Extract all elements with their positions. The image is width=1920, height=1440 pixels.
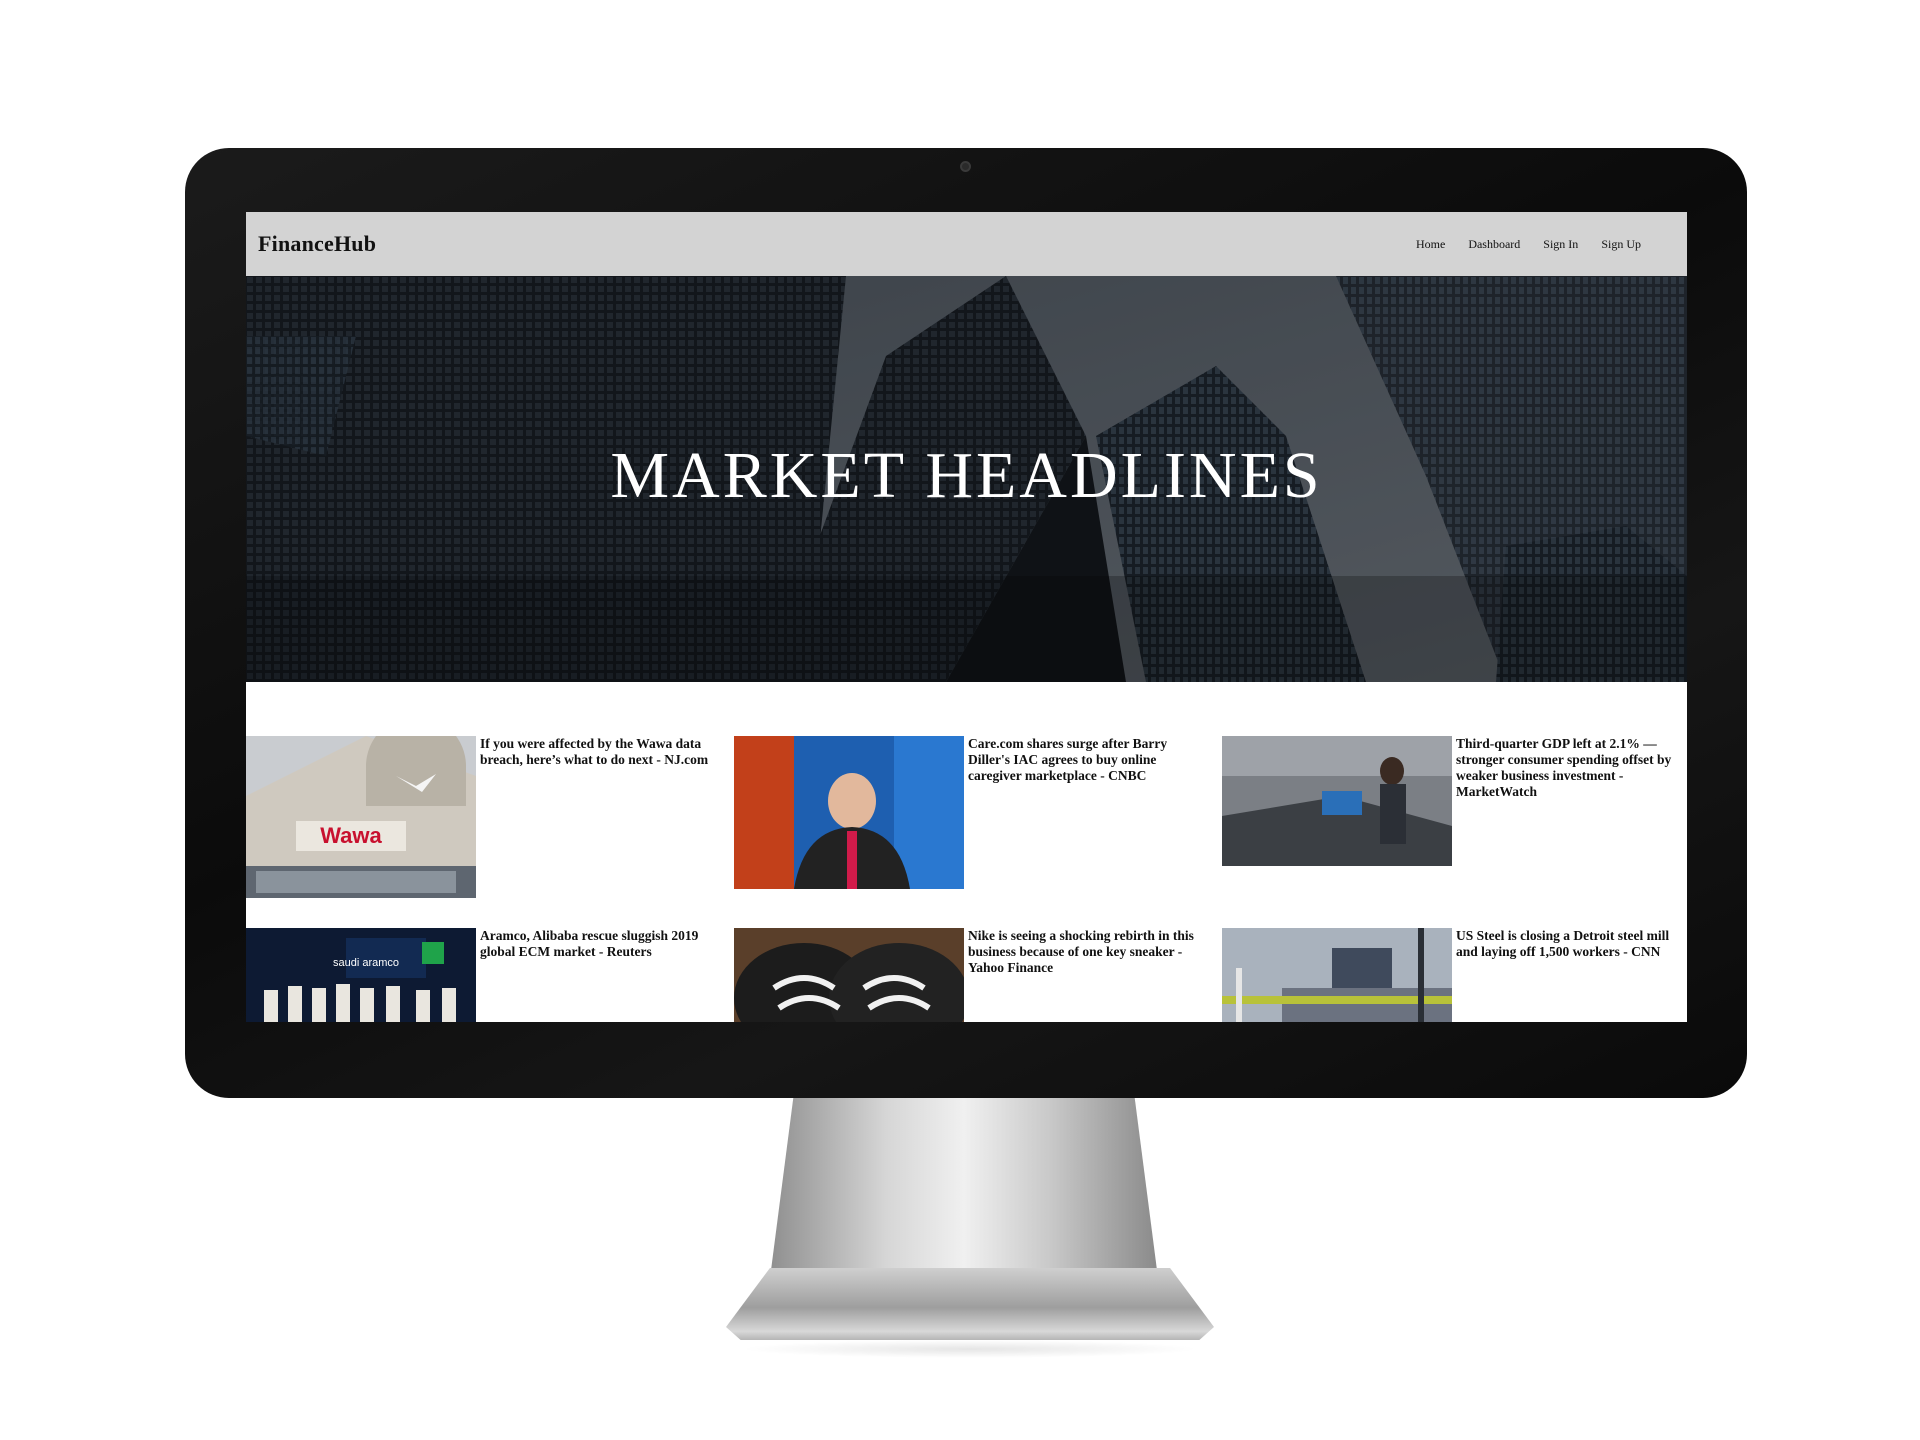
news-card[interactable]: Wawa If you were affected by the Wawa da… xyxy=(246,736,726,898)
nav-dashboard-link[interactable]: Dashboard xyxy=(1468,237,1520,252)
top-navbar: FinanceHub Home Dashboard Sign In Sign U… xyxy=(246,212,1687,276)
news-headline[interactable]: If you were affected by the Wawa data br… xyxy=(476,736,718,898)
news-card[interactable]: Nike is seeing a shocking rebirth in thi… xyxy=(734,928,1214,1022)
news-thumbnail-steel[interactable] xyxy=(1222,928,1452,1022)
svg-text:Wawa: Wawa xyxy=(320,823,382,848)
svg-text:saudi aramco: saudi aramco xyxy=(333,957,399,969)
news-card[interactable]: saudi aramco Aramco, Alibaba rescue slug… xyxy=(246,928,726,1022)
news-card[interactable]: US Steel is closing a Detroit steel mill… xyxy=(1222,928,1687,1022)
webcam-icon xyxy=(960,161,971,172)
monitor-stand xyxy=(770,1098,1158,1278)
news-headline[interactable]: Third-quarter GDP left at 2.1% — stronge… xyxy=(1452,736,1687,866)
news-headline[interactable]: Care.com shares surge after Barry Diller… xyxy=(964,736,1206,889)
nav-links: Home Dashboard Sign In Sign Up xyxy=(1416,237,1641,252)
browser-viewport: FinanceHub Home Dashboard Sign In Sign U… xyxy=(246,212,1687,1022)
news-grid: Wawa If you were affected by the Wawa da… xyxy=(246,682,1687,1022)
news-card[interactable]: Third-quarter GDP left at 2.1% — stronge… xyxy=(1222,736,1687,866)
stand-shadow xyxy=(740,1340,1200,1358)
news-thumbnail-nike[interactable] xyxy=(734,928,964,1022)
hero-title: MARKET HEADLINES xyxy=(610,439,1323,512)
news-headline[interactable]: US Steel is closing a Detroit steel mill… xyxy=(1452,928,1687,1022)
news-thumbnail-wawa[interactable]: Wawa xyxy=(246,736,476,898)
monitor-stand-base xyxy=(726,1268,1214,1340)
news-headline[interactable]: Nike is seeing a shocking rebirth in thi… xyxy=(964,928,1206,1022)
news-card[interactable]: Care.com shares surge after Barry Diller… xyxy=(734,736,1214,889)
nav-home-link[interactable]: Home xyxy=(1416,237,1445,252)
news-thumbnail-gdp[interactable] xyxy=(1222,736,1452,866)
hero-banner: MARKET HEADLINES xyxy=(246,276,1687,682)
news-thumbnail-care[interactable] xyxy=(734,736,964,889)
nav-sign-in-link[interactable]: Sign In xyxy=(1543,237,1578,252)
nav-sign-up-link[interactable]: Sign Up xyxy=(1601,237,1641,252)
news-headline[interactable]: Aramco, Alibaba rescue sluggish 2019 glo… xyxy=(476,928,718,1022)
news-thumbnail-aramco[interactable]: saudi aramco xyxy=(246,928,476,1022)
brand-logo[interactable]: FinanceHub xyxy=(258,231,376,257)
